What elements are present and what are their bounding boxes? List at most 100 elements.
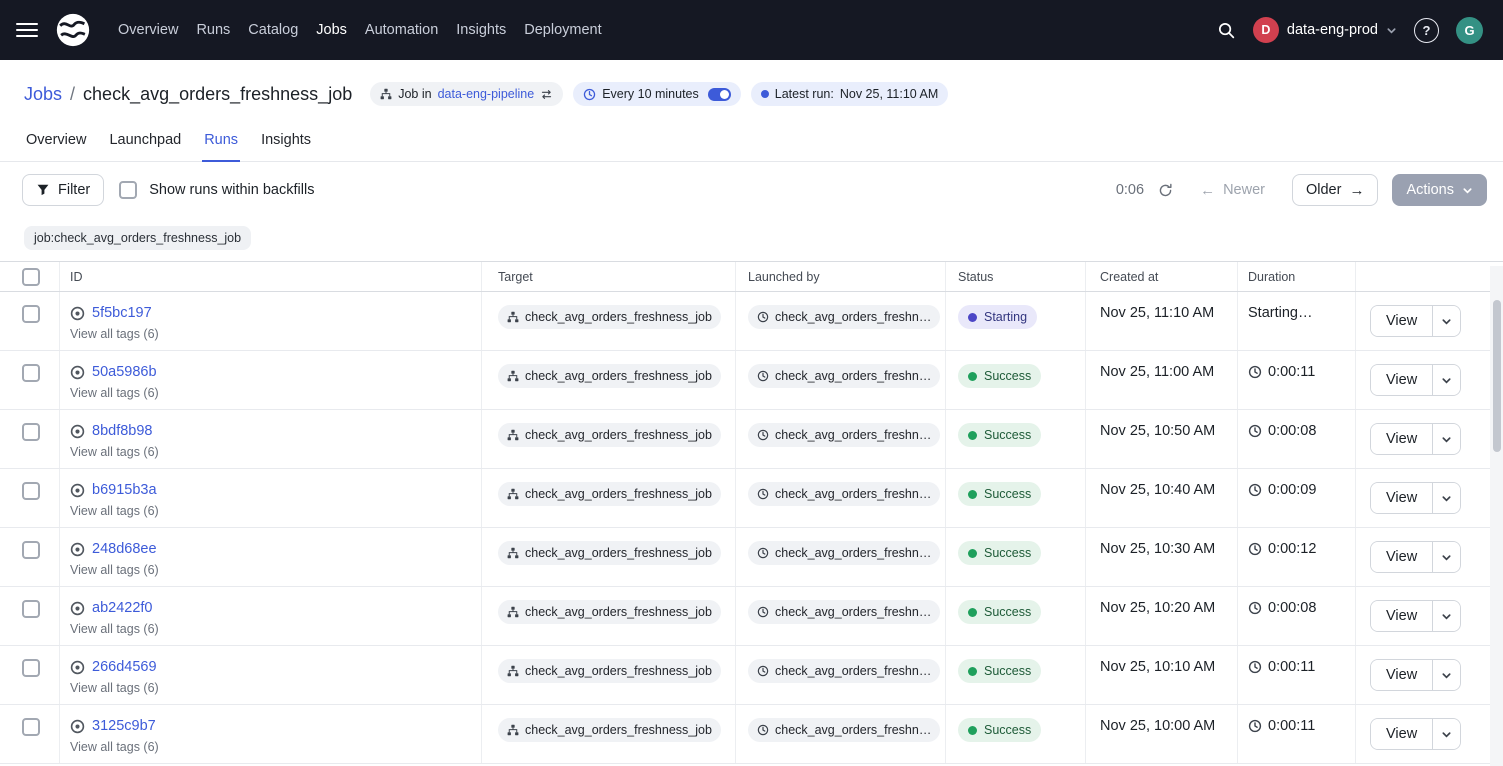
view-dropdown-button[interactable] — [1432, 542, 1460, 572]
view-all-tags-link[interactable]: View all tags (6) — [70, 445, 159, 459]
view-all-tags-link[interactable]: View all tags (6) — [70, 563, 159, 577]
target-badge[interactable]: check_avg_orders_freshness_job — [498, 600, 721, 624]
nav-item-insights[interactable]: Insights — [456, 22, 506, 38]
launched-by-badge[interactable]: check_avg_orders_freshn… — [748, 482, 940, 506]
table-row: 5f5bc197 View all tags (6) check_avg_ord… — [0, 292, 1503, 351]
row-checkbox[interactable] — [22, 659, 40, 677]
run-id-link[interactable]: 266d4569 — [92, 659, 157, 675]
row-checkbox[interactable] — [22, 423, 40, 441]
user-avatar[interactable]: G — [1456, 17, 1483, 44]
row-checkbox[interactable] — [22, 718, 40, 736]
tab-launchpad[interactable]: Launchpad — [107, 132, 183, 161]
search-icon[interactable] — [1217, 21, 1236, 40]
run-id-link[interactable]: 50a5986b — [92, 364, 157, 380]
backfills-checkbox-label[interactable]: Show runs within backfills — [149, 182, 314, 198]
newer-button[interactable]: ← Newer — [1187, 174, 1278, 206]
view-dropdown-button[interactable] — [1432, 660, 1460, 690]
job-location-badge[interactable]: Job in data-eng-pipeline — [370, 82, 563, 106]
view-dropdown-button[interactable] — [1432, 601, 1460, 631]
row-checkbox[interactable] — [22, 364, 40, 382]
view-button[interactable]: View — [1371, 424, 1432, 454]
help-icon[interactable]: ? — [1414, 18, 1439, 43]
nav-item-overview[interactable]: Overview — [118, 22, 178, 38]
row-checkbox[interactable] — [22, 305, 40, 323]
swap-icon[interactable] — [540, 88, 553, 101]
tab-runs[interactable]: Runs — [202, 132, 240, 161]
schedule-toggle[interactable] — [708, 88, 731, 101]
view-dropdown-button[interactable] — [1432, 365, 1460, 395]
backfills-checkbox[interactable] — [119, 181, 137, 199]
target-badge[interactable]: check_avg_orders_freshness_job — [498, 305, 721, 329]
view-all-tags-link[interactable]: View all tags (6) — [70, 504, 159, 518]
nav-item-runs[interactable]: Runs — [196, 22, 230, 38]
select-all-checkbox[interactable] — [22, 268, 40, 286]
menu-icon[interactable] — [16, 18, 38, 42]
run-id-link[interactable]: ab2422f0 — [92, 600, 152, 616]
launched-by-badge[interactable]: check_avg_orders_freshn… — [748, 423, 940, 447]
view-dropdown-button[interactable] — [1432, 719, 1460, 749]
row-checkbox[interactable] — [22, 600, 40, 618]
view-all-tags-link[interactable]: View all tags (6) — [70, 327, 159, 341]
nav-item-catalog[interactable]: Catalog — [248, 22, 298, 38]
view-button[interactable]: View — [1371, 601, 1432, 631]
target-badge[interactable]: check_avg_orders_freshness_job — [498, 718, 721, 742]
scrollbar-thumb[interactable] — [1493, 300, 1501, 452]
dagster-logo[interactable] — [54, 11, 92, 49]
view-button[interactable]: View — [1371, 542, 1432, 572]
run-id-link[interactable]: 8bdf8b98 — [92, 423, 152, 439]
older-button[interactable]: Older → — [1292, 174, 1378, 206]
refresh-icon[interactable] — [1158, 183, 1173, 198]
view-dropdown-button[interactable] — [1432, 306, 1460, 336]
target-badge[interactable]: check_avg_orders_freshness_job — [498, 659, 721, 683]
duration-clock-icon — [1248, 719, 1262, 733]
view-button[interactable]: View — [1371, 365, 1432, 395]
deployment-switcher[interactable]: D data-eng-prod — [1253, 17, 1397, 43]
view-dropdown-button[interactable] — [1432, 483, 1460, 513]
breadcrumb-jobs-link[interactable]: Jobs — [24, 84, 62, 105]
view-split-button: View — [1370, 482, 1461, 514]
nav-item-automation[interactable]: Automation — [365, 22, 438, 38]
nav-item-deployment[interactable]: Deployment — [524, 22, 601, 38]
status-dot-icon — [968, 372, 977, 381]
launched-by-badge[interactable]: check_avg_orders_freshn… — [748, 541, 940, 565]
launched-by-badge[interactable]: check_avg_orders_freshn… — [748, 364, 940, 388]
run-id-link[interactable]: 3125c9b7 — [92, 718, 156, 734]
launched-by-badge[interactable]: check_avg_orders_freshn… — [748, 305, 940, 329]
view-button[interactable]: View — [1371, 306, 1432, 336]
tab-insights[interactable]: Insights — [259, 132, 313, 161]
nav-item-jobs[interactable]: Jobs — [316, 22, 347, 38]
job-icon — [507, 429, 519, 441]
row-checkbox[interactable] — [22, 541, 40, 559]
row-checkbox[interactable] — [22, 482, 40, 500]
run-id-link[interactable]: 5f5bc197 — [92, 305, 152, 321]
run-id-link[interactable]: 248d68ee — [92, 541, 157, 557]
view-dropdown-button[interactable] — [1432, 424, 1460, 454]
filter-button[interactable]: Filter — [22, 174, 104, 206]
latest-run-badge[interactable]: Latest run: Nov 25, 11:10 AM — [751, 82, 949, 106]
job-icon — [507, 370, 519, 382]
target-badge[interactable]: check_avg_orders_freshness_job — [498, 482, 721, 506]
launched-by-badge[interactable]: check_avg_orders_freshn… — [748, 600, 940, 624]
toolbar-right: 0:06 ← Newer Older → Actions — [1116, 174, 1487, 206]
tab-overview[interactable]: Overview — [24, 132, 88, 161]
target-badge[interactable]: check_avg_orders_freshness_job — [498, 423, 721, 447]
view-split-button: View — [1370, 600, 1461, 632]
pipeline-link[interactable]: data-eng-pipeline — [438, 87, 535, 101]
view-all-tags-link[interactable]: View all tags (6) — [70, 622, 159, 636]
view-all-tags-link[interactable]: View all tags (6) — [70, 681, 159, 695]
job-filter-chip[interactable]: job:check_avg_orders_freshness_job — [24, 226, 251, 250]
view-button[interactable]: View — [1371, 660, 1432, 690]
target-badge[interactable]: check_avg_orders_freshness_job — [498, 364, 721, 388]
run-id-link[interactable]: b6915b3a — [92, 482, 157, 498]
status-badge: Starting — [958, 305, 1037, 329]
view-all-tags-link[interactable]: View all tags (6) — [70, 386, 159, 400]
view-all-tags-link[interactable]: View all tags (6) — [70, 740, 159, 754]
target-badge[interactable]: check_avg_orders_freshness_job — [498, 541, 721, 565]
launched-by-badge[interactable]: check_avg_orders_freshn… — [748, 659, 940, 683]
launched-by-badge[interactable]: check_avg_orders_freshn… — [748, 718, 940, 742]
view-button[interactable]: View — [1371, 719, 1432, 749]
run-target-icon — [70, 483, 85, 498]
view-button[interactable]: View — [1371, 483, 1432, 513]
actions-button[interactable]: Actions — [1392, 174, 1487, 206]
status-badge: Success — [958, 718, 1041, 742]
